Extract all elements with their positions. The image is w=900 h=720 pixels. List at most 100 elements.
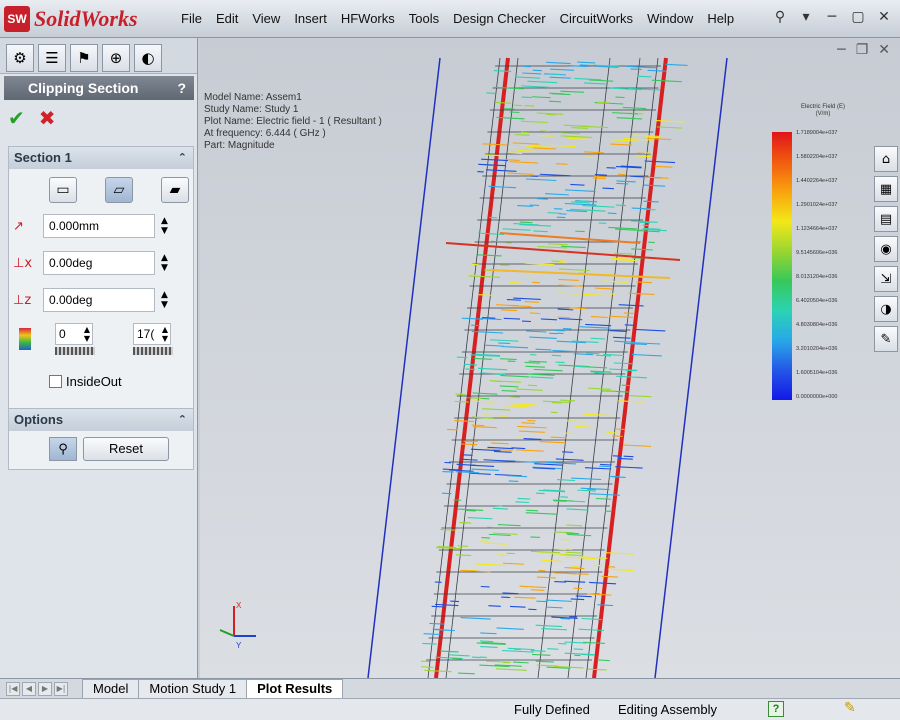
field-arrow (542, 400, 569, 403)
collapse-icon[interactable]: ⌃ (178, 147, 187, 169)
field-arrow (483, 542, 508, 545)
solidworks-logo[interactable]: SW SolidWorks (4, 5, 138, 33)
tab-model[interactable]: Model (82, 679, 140, 698)
menu-window[interactable]: Window (640, 10, 700, 28)
cancel-button[interactable]: ✖ (39, 106, 56, 130)
close-button[interactable]: ✕ (874, 8, 894, 26)
field-arrow (583, 151, 604, 154)
offset-spinner[interactable]: ▲ ▼ (161, 216, 168, 236)
field-arrow (459, 521, 472, 524)
menu-file[interactable]: File (174, 10, 209, 28)
resources-icon[interactable]: ▦ (874, 176, 898, 202)
plane-top-icon[interactable]: ▱ (105, 177, 133, 203)
next-tab-icon[interactable]: ▶ (38, 681, 52, 696)
field-arrow (545, 193, 569, 196)
field-arrow (534, 463, 564, 466)
home-icon[interactable]: ⌂ (874, 146, 898, 172)
angle-x-field[interactable]: 0.00deg (43, 251, 155, 275)
dropdown-icon[interactable]: ▾ (796, 8, 816, 26)
section1-header[interactable]: Section 1 ⌃ (9, 147, 193, 169)
field-arrow (612, 435, 623, 437)
insideout-checkbox[interactable] (49, 375, 62, 388)
appearance-icon[interactable]: ◉ (874, 236, 898, 262)
field-arrow (547, 606, 563, 609)
property-manager-icon[interactable]: ☰ (38, 44, 66, 72)
viewport-close-icon[interactable]: ✕ (878, 42, 890, 58)
configuration-manager-icon[interactable]: ⚑ (70, 44, 98, 72)
field-arrow (533, 368, 563, 372)
menu-insert[interactable]: Insert (287, 10, 334, 28)
folder-icon[interactable]: ▤ (874, 206, 898, 232)
field-arrow (568, 137, 591, 140)
graphics-area[interactable]: ─ ❐ ✕ Model Name: Assem1 Study Name: Stu… (200, 38, 900, 678)
field-arrow (512, 142, 540, 145)
field-arrow (643, 208, 656, 211)
plane-right-icon[interactable]: ▰ (161, 177, 189, 203)
field-arrow (564, 567, 585, 570)
field-arrow (587, 668, 607, 671)
display-manager-icon[interactable]: ◐ (134, 44, 162, 72)
field-arrow (482, 414, 508, 417)
menu-hfworks[interactable]: HFWorks (334, 10, 402, 28)
first-tab-icon[interactable]: |◀ (6, 681, 20, 696)
menu-view[interactable]: View (245, 10, 287, 28)
menu-design-checker[interactable]: Design Checker (446, 10, 553, 28)
ok-button[interactable]: ✔ (8, 106, 25, 130)
menu-tools[interactable]: Tools (402, 10, 446, 28)
help-icon[interactable]: ? (177, 76, 186, 100)
field-arrow (581, 617, 602, 621)
dimxpert-icon[interactable]: ⊕ (102, 44, 130, 72)
help-icon[interactable]: ? (768, 701, 784, 717)
color-max-control: 17(▲ ▼ (133, 323, 173, 355)
field-arrow (521, 422, 536, 424)
viewport-minimize-icon[interactable]: ─ (837, 42, 845, 58)
insideout-option[interactable]: InsideOut (49, 374, 122, 389)
tab-motion-study-1[interactable]: Motion Study 1 (138, 679, 248, 698)
field-arrow (606, 431, 619, 434)
minimize-button[interactable]: ─ (822, 8, 842, 26)
feature-manager-icon[interactable]: ⚙ (6, 44, 34, 72)
color-min-slider[interactable] (55, 347, 95, 355)
menu-edit[interactable]: Edit (209, 10, 245, 28)
color-min-field[interactable]: 0 ▲ ▼ (55, 323, 93, 345)
field-arrow (548, 100, 562, 103)
scenes-icon[interactable]: ◑ (874, 296, 898, 322)
collapse-icon[interactable]: ⌃ (178, 409, 187, 431)
last-tab-icon[interactable]: ▶| (54, 681, 68, 696)
angle-z-spinner[interactable]: ▲ ▼ (161, 290, 168, 310)
field-arrow (524, 262, 555, 266)
plane-front-icon[interactable]: ▭ (49, 177, 77, 203)
prev-tab-icon[interactable]: ◀ (22, 681, 36, 696)
study-info: Model Name: Assem1 Study Name: Study 1 P… (204, 92, 382, 152)
reset-button[interactable]: Reset (83, 437, 169, 461)
color-max-slider[interactable] (133, 347, 173, 355)
legend-label: 4.8030804e+036 (796, 322, 838, 328)
menu-circuitworks[interactable]: CircuitWorks (553, 10, 640, 28)
field-arrow (492, 532, 518, 535)
mesh-line (445, 57, 519, 678)
viewport-restore-icon[interactable]: ❐ (856, 42, 869, 58)
insideout-label: InsideOut (66, 374, 122, 389)
options-header[interactable]: Options ⌃ (9, 409, 193, 431)
field-arrow (656, 126, 682, 129)
maximize-button[interactable]: ▢ (848, 8, 868, 26)
pencil-icon[interactable]: ✎ (844, 700, 856, 716)
offset-field[interactable]: 0.000mm (43, 214, 155, 238)
field-arrow (529, 336, 557, 339)
color-max-field[interactable]: 17(▲ ▼ (133, 323, 171, 345)
field-arrow (645, 136, 659, 139)
view-palette-icon[interactable]: ⇲ (874, 266, 898, 292)
angle-z-field[interactable]: 0.00deg (43, 288, 155, 312)
field-arrow (513, 661, 529, 664)
field-arrow (586, 352, 600, 355)
tab-plot-results[interactable]: Plot Results (246, 679, 344, 698)
field-arrow (527, 80, 558, 84)
angle-x-spinner[interactable]: ▲ ▼ (161, 253, 168, 273)
custom-properties-icon[interactable]: ✎ (874, 326, 898, 352)
keep-visible-icon[interactable]: ⚲ (49, 437, 77, 461)
field-arrow (514, 596, 536, 599)
menu-help[interactable]: Help (700, 10, 741, 28)
field-arrow (535, 660, 554, 663)
field-arrow (575, 365, 589, 368)
pin-icon[interactable]: ⚲ (770, 8, 790, 26)
